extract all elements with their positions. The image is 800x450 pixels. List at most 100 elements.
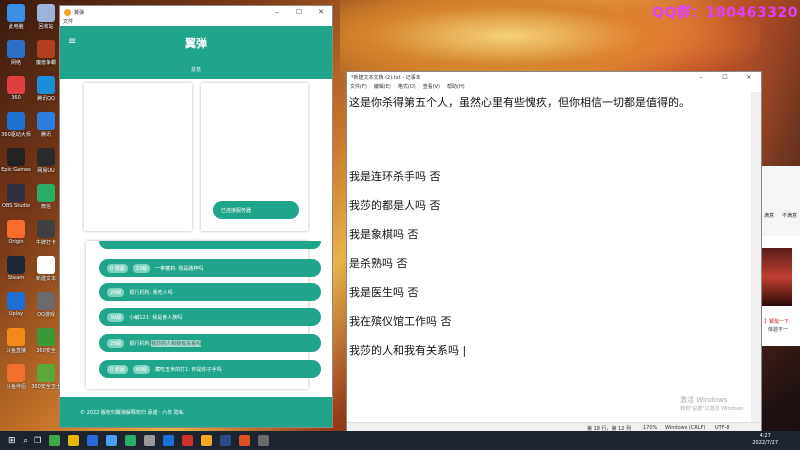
desktop-icon[interactable]: 360安全 bbox=[31, 328, 61, 354]
danmaku-row[interactable] bbox=[99, 241, 321, 249]
yidan-taskbar-icon[interactable] bbox=[201, 435, 213, 446]
danmaku-row[interactable]: 0 號圖 40級 藏吃玉米的打1: 你是你子手吗 bbox=[99, 360, 321, 378]
text-line: 这是你杀得第五个人，虽然心里有些愧疚，但你相信一切都是值得的。 bbox=[349, 96, 690, 109]
app-icon bbox=[7, 364, 25, 382]
desktop-icon-label: 腾讯 bbox=[40, 132, 51, 138]
text-line: 是杀熟吗 否 bbox=[349, 257, 408, 270]
danmaku-text: 一拳蘿莉: 我是路梓吗 bbox=[155, 265, 204, 272]
app-icon bbox=[7, 40, 25, 58]
danmaku-row[interactable]: 29級 银行机构: 我莎的人和我有关系吗 bbox=[99, 334, 321, 352]
notepad-scrollbar[interactable] bbox=[751, 92, 761, 422]
side-thumbnail[interactable] bbox=[762, 248, 792, 306]
app-header: ≡ 翼弹 总览 bbox=[60, 26, 332, 79]
desktop-icon[interactable]: 新建文本 bbox=[31, 256, 61, 282]
app-icon bbox=[7, 328, 25, 346]
taskbar-app-icon[interactable] bbox=[106, 435, 118, 446]
notepad-minimize-icon[interactable]: – bbox=[689, 74, 713, 81]
notepad-close-icon[interactable]: ✕ bbox=[737, 74, 761, 81]
connect-server-button[interactable]: 已连接服务器 bbox=[213, 201, 299, 219]
app-icon bbox=[7, 112, 25, 130]
app-icon bbox=[37, 4, 55, 22]
app-icon bbox=[37, 40, 55, 58]
desktop-icon[interactable]: Uplay bbox=[1, 292, 31, 317]
desktop-icon[interactable]: 腾讯 bbox=[31, 112, 61, 138]
maximize-icon[interactable]: ☐ bbox=[288, 8, 310, 16]
menu-view[interactable]: 查看(V) bbox=[423, 83, 440, 92]
side-label-b[interactable]: 不满意 bbox=[782, 212, 797, 219]
desktop-icon-label: 微信 bbox=[40, 204, 51, 210]
desktop-icon[interactable]: 360驱动大师 bbox=[1, 112, 31, 138]
notepad-taskbar-icon[interactable] bbox=[258, 435, 270, 446]
desktop-icon-label: 回收站 bbox=[38, 24, 54, 30]
level-badge: 29級 bbox=[107, 287, 125, 297]
page-title: 翼弹 bbox=[185, 37, 207, 50]
desktop-icon-label: OBS Studio bbox=[2, 203, 30, 209]
tab-overview[interactable]: 总览 bbox=[60, 66, 332, 73]
desktop-icon[interactable]: Steam bbox=[1, 256, 31, 281]
desktop-icon[interactable]: 牛牌打卡 bbox=[31, 220, 61, 246]
steam-icon[interactable] bbox=[163, 435, 175, 446]
danmaku-row[interactable]: 0 號圖 22級 一拳蘿莉: 我是路梓吗 bbox=[99, 259, 321, 277]
desktop-icon[interactable]: 斗鱼直播 bbox=[1, 328, 31, 354]
notepad-titlebar: *新建文本文档 (2).txt - 记事本 – ☐ ✕ bbox=[347, 72, 761, 83]
info-card-right: 已连接服务器 bbox=[201, 83, 308, 231]
danmaku-row[interactable]: 30級 小鹹121: 我是食人族吗 bbox=[99, 308, 321, 326]
taskbar-app-icon[interactable] bbox=[182, 435, 194, 446]
system-clock[interactable]: 4:27 2022/7/27 bbox=[752, 433, 778, 447]
app-icon bbox=[37, 112, 55, 130]
folder-icon[interactable] bbox=[68, 435, 80, 446]
minimize-icon[interactable]: – bbox=[266, 8, 288, 16]
desktop-icon-label: 360驱动大师 bbox=[1, 132, 31, 138]
desktop-icon[interactable]: 360安全卫士 bbox=[31, 364, 61, 390]
menu-file[interactable]: 文件(F) bbox=[350, 83, 367, 92]
start-icon[interactable]: ⊞ bbox=[8, 436, 16, 446]
browser-icon[interactable] bbox=[87, 435, 99, 446]
notepad-text-area[interactable]: 这是你杀得第五个人，虽然心里有些愧疚，但你相信一切都是值得的。 我是连环杀手吗 … bbox=[347, 92, 751, 422]
info-card-left bbox=[84, 83, 192, 231]
menu-edit[interactable]: 编辑(E) bbox=[374, 83, 391, 92]
desktop-icon-label: 网易UU bbox=[37, 168, 55, 174]
app-icon bbox=[7, 4, 25, 22]
search-icon[interactable]: ⌕ bbox=[24, 436, 28, 446]
danmaku-row[interactable]: 29級 银行机构: 我吃人吗 bbox=[99, 283, 321, 301]
taskbar: ⊞ ⌕ ❐ 4:27 2022/7/27 bbox=[0, 431, 800, 450]
level-badge: 30級 bbox=[107, 312, 125, 322]
notepad-menubar: 文件(F) 编辑(E) 格式(O) 查看(V) 帮助(H) bbox=[347, 83, 761, 92]
desktop-icon[interactable]: 斗鱼伴侣 bbox=[1, 364, 31, 390]
notepad-maximize-icon[interactable]: ☐ bbox=[713, 74, 737, 81]
clock-date: 2022/7/27 bbox=[752, 440, 778, 446]
side-label-a[interactable]: 满意 bbox=[764, 212, 774, 219]
desktop-icon-label: 新建文本 bbox=[35, 276, 56, 282]
desktop-icon[interactable]: OBS Studio bbox=[1, 184, 31, 209]
text-line: 我是医生吗 否 bbox=[349, 286, 419, 299]
desktop-icon[interactable]: 360 bbox=[1, 76, 31, 101]
desktop-icon-label: Origin bbox=[8, 239, 24, 245]
taskbar-app-icon[interactable] bbox=[49, 435, 61, 446]
desktop-icon-label: 网络 bbox=[10, 60, 21, 66]
desktop-icon[interactable]: 网易UU bbox=[31, 148, 61, 174]
text-line: 我是象棋吗 否 bbox=[349, 228, 419, 241]
notepad-title: *新建文本文档 (2).txt - 记事本 bbox=[351, 75, 421, 81]
side-label-c: 】獅獒一下 bbox=[764, 319, 790, 325]
menu-help[interactable]: 帮助(H) bbox=[447, 83, 465, 92]
app-icon bbox=[7, 148, 25, 166]
app-menu-file[interactable]: 文件 bbox=[60, 18, 332, 26]
menu-format[interactable]: 格式(O) bbox=[398, 83, 416, 92]
desktop-icon[interactable]: Epic Games bbox=[1, 148, 31, 173]
danmaku-text: 银行机构: bbox=[129, 340, 152, 347]
desktop-icon[interactable]: 回收站 bbox=[31, 4, 61, 30]
taskbar-app-icon[interactable] bbox=[220, 435, 232, 446]
desktop-icon[interactable]: 网络 bbox=[1, 40, 31, 66]
close-icon[interactable]: ✕ bbox=[310, 8, 332, 16]
taskbar-app-icon[interactable] bbox=[144, 435, 156, 446]
desktop-icon[interactable]: 微信 bbox=[31, 184, 61, 210]
desktop-icon[interactable]: QQ游戏 bbox=[31, 292, 61, 318]
notepad-window: *新建文本文档 (2).txt - 记事本 – ☐ ✕ 文件(F) 编辑(E) … bbox=[346, 71, 762, 433]
desktop-icon[interactable]: Origin bbox=[1, 220, 31, 245]
wechat-icon[interactable] bbox=[125, 435, 137, 446]
taskbar-app-icon[interactable] bbox=[239, 435, 251, 446]
task-view-icon[interactable]: ❐ bbox=[34, 436, 41, 445]
desktop-icon[interactable]: 魔兽争霸 bbox=[31, 40, 61, 66]
desktop-icon[interactable]: 腾讯QQ bbox=[31, 76, 61, 102]
desktop-icon[interactable]: 此电脑 bbox=[1, 4, 31, 30]
